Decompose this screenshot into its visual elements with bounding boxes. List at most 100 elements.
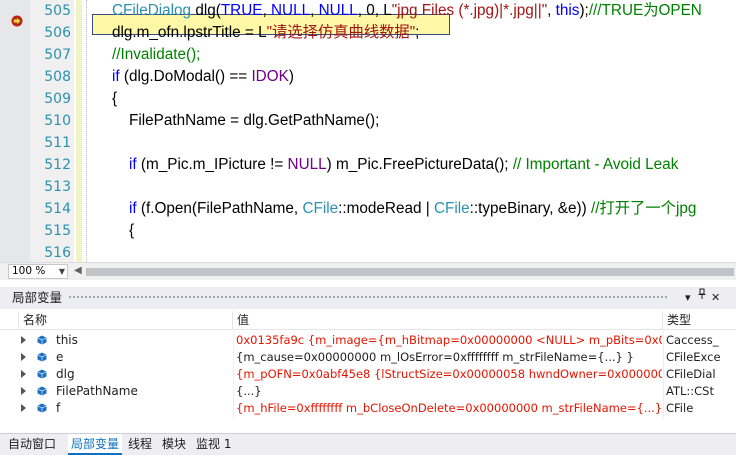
locals-row[interactable]: this 0x0135fa9c {m_image={m_hBitmap=0x000… — [0, 332, 736, 349]
title-grip — [68, 295, 668, 300]
locals-title: 局部变量 — [12, 290, 63, 305]
chevron-down-icon[interactable]: ▼ — [59, 265, 65, 278]
locals-column-header: 名称 值 类型 — [0, 311, 736, 330]
code-token: ///TRUE为OPEN — [588, 2, 702, 19]
variable-value[interactable]: 0x0135fa9c {m_image={m_hBitmap=0x0000000… — [236, 332, 662, 349]
code-token: if — [129, 200, 137, 217]
code-area[interactable]: CFileDialog dlg(TRUE, NULL, NULL, 0, L"j… — [92, 0, 736, 262]
pin-glyph — [698, 288, 706, 299]
variable-type: CFileDial — [666, 367, 716, 381]
code-token: "请选择仿真曲线数据" — [266, 24, 416, 41]
code-line[interactable]: { — [112, 88, 117, 110]
code-token: ::typeBinary, &e)) — [469, 200, 591, 217]
line-number: 511 — [44, 135, 71, 151]
close-icon[interactable]: ✕ — [711, 287, 720, 309]
variable-value[interactable]: {...} — [236, 383, 662, 400]
line-number: 515 — [44, 223, 71, 239]
code-token: this — [555, 2, 580, 19]
code-line[interactable]: if (m_Pic.m_IPicture != NULL) m_Pic.Free… — [112, 154, 678, 176]
scroll-left-icon[interactable]: ◀ — [74, 265, 82, 276]
code-token: NULL — [318, 2, 358, 19]
variable-cube-icon — [37, 403, 47, 413]
locals-row[interactable]: dlg {m_pOFN=0x0abf45e8 {lStructSize=0x000… — [0, 366, 736, 383]
line-number-gutter: 505506507508509510511512513514515516517 — [30, 0, 74, 262]
variable-value[interactable]: {m_cause=0x00000000 m_lOsError=0xfffffff… — [236, 349, 662, 366]
variable-value[interactable]: {m_hFile=0xffffffff m_bCloseOnDelete=0x0… — [236, 400, 662, 417]
horizontal-scrollbar-thumb[interactable] — [86, 268, 734, 276]
tab-autos[interactable]: 自动窗口 — [8, 434, 56, 455]
locals-row[interactable]: e {m_cause=0x00000000 m_lOsError=0xffffff… — [0, 349, 736, 366]
variable-type: ATL::CSt — [666, 384, 714, 398]
line-number: 509 — [44, 91, 71, 107]
line-number: 505 — [44, 3, 71, 19]
tab-watch-1[interactable]: 监视 1 — [196, 434, 231, 455]
expand-arrow-icon[interactable] — [21, 404, 26, 412]
code-token: if — [112, 68, 120, 85]
indicator-margin[interactable] — [0, 0, 30, 262]
code-token: ); — [579, 2, 589, 19]
line-number: 508 — [44, 69, 71, 85]
change-tracking-bar — [76, 0, 82, 262]
code-line[interactable]: //Invalidate(); — [112, 44, 200, 66]
expand-arrow-icon[interactable] — [21, 387, 26, 395]
code-editor[interactable]: 505506507508509510511512513514515516517 … — [0, 0, 736, 262]
code-token: CFileDialog — [112, 2, 196, 19]
locals-row[interactable]: FilePathName {...} ATL::CSt — [0, 383, 736, 400]
locals-row[interactable]: f {m_hFile=0xffffffff m_bCloseOnDelete=0x… — [0, 400, 736, 417]
breakpoint-current-statement-icon[interactable] — [11, 15, 23, 27]
code-token: , — [262, 2, 271, 19]
expand-arrow-icon[interactable] — [21, 336, 26, 344]
zoom-combobox[interactable]: 100 % ▼ — [8, 264, 68, 279]
code-token: (m_Pic.m_IPicture != — [136, 156, 288, 173]
variable-type: CFileExce — [666, 350, 721, 364]
line-number: 507 — [44, 47, 71, 63]
code-token: CFile — [302, 200, 339, 217]
code-line[interactable]: if (dlg.DoModal() == IDOK) — [112, 66, 294, 88]
pin-icon[interactable] — [697, 287, 707, 309]
variable-type: CFile — [666, 401, 694, 415]
code-token: TRUE — [220, 2, 263, 19]
column-value[interactable]: 值 — [232, 311, 662, 329]
tab-modules[interactable]: 模块 — [162, 434, 186, 455]
code-token: NULL — [287, 156, 327, 173]
code-token: { — [112, 90, 118, 107]
locals-title-bar[interactable]: 局部变量 ▾ ✕ — [0, 287, 736, 309]
code-line[interactable]: { — [112, 220, 134, 242]
expand-arrow-icon[interactable] — [21, 353, 26, 361]
dropdown-icon[interactable]: ▾ — [685, 287, 691, 309]
code-token: dlg.m_ofn.lpstrTitle = L — [112, 24, 267, 41]
editor-status-strip: 100 % ▼ ◀ — [0, 262, 736, 280]
line-number: 514 — [44, 201, 71, 217]
debug-tool-tabs: 自动窗口 局部变量 线程 模块 监视 1 — [0, 433, 736, 455]
code-token: { — [112, 222, 135, 239]
column-type[interactable]: 类型 — [662, 311, 736, 329]
code-token: dlg( — [195, 2, 221, 19]
code-line[interactable]: dlg.m_ofn.lpstrTitle = L"请选择仿真曲线数据"; — [112, 22, 419, 44]
code-token: , — [310, 2, 319, 19]
code-line[interactable]: FilePathName = dlg.GetPathName(); — [112, 110, 379, 132]
variable-name: f — [56, 401, 61, 415]
variable-name: dlg — [56, 367, 75, 381]
code-line[interactable]: if (f.Open(FilePathName, CFile::modeRead… — [112, 198, 696, 220]
tab-locals[interactable]: 局部变量 — [68, 434, 123, 455]
code-token: ; — [415, 24, 420, 41]
column-name[interactable]: 名称 — [18, 311, 233, 329]
tab-threads[interactable]: 线程 — [128, 434, 152, 455]
code-token: ) m_Pic.FreePictureData(); — [326, 156, 513, 173]
variable-cube-icon — [37, 369, 47, 379]
code-token: ::modeRead | — [338, 200, 434, 217]
code-token: //打开了一个jpg — [590, 200, 697, 217]
code-token: FilePathName = dlg.GetPathName(); — [112, 112, 380, 129]
code-token: (dlg.DoModal() == — [119, 68, 252, 85]
zoom-value: 100 % — [12, 265, 46, 277]
variable-value[interactable]: {m_pOFN=0x0abf45e8 {lStructSize=0x000000… — [236, 366, 662, 383]
expand-arrow-icon[interactable] — [21, 370, 26, 378]
locals-window: 局部变量 ▾ ✕ 名称 值 类型 this 0x0135fa9c {m_image… — [0, 287, 736, 433]
code-token: (f.Open(FilePathName, — [136, 200, 303, 217]
variable-cube-icon — [37, 335, 47, 345]
code-line[interactable]: CFileDialog dlg(TRUE, NULL, NULL, 0, L"j… — [112, 0, 702, 22]
code-token: ) — [288, 68, 294, 85]
variable-cube-icon — [37, 386, 47, 396]
code-token: "jpg Files (*.jpg)|*.jpg||" — [391, 2, 548, 19]
